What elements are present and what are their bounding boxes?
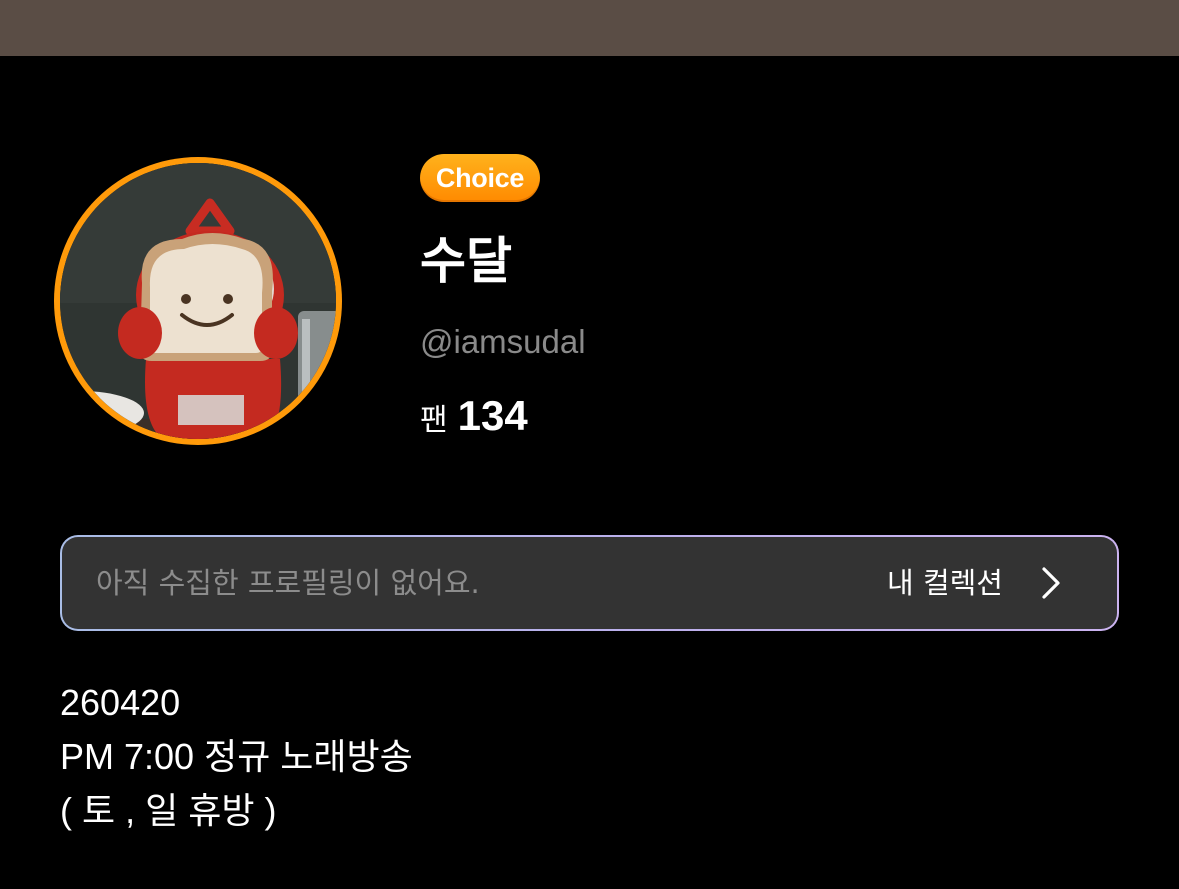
collection-card-inner[interactable]: 아직 수집한 프로필링이 없어요. 내 컬렉션 (62, 537, 1117, 629)
choice-badge: Choice (420, 154, 540, 202)
bio-line-date: 260420 (60, 682, 181, 723)
avatar[interactable] (60, 163, 336, 439)
collection-card[interactable]: 아직 수집한 프로필링이 없어요. 내 컬렉션 (60, 535, 1119, 631)
chevron-right-icon[interactable] (1039, 565, 1063, 601)
profile-name: 수달 (420, 232, 512, 290)
profile-bio: 260420 PM 7:00 정규 노래방송 ( 토 , 일 휴방 ) (60, 676, 413, 838)
fan-count-label: 팬 (420, 403, 448, 438)
collection-empty-text: 아직 수집한 프로필링이 없어요. (96, 566, 480, 600)
avatar-image (60, 163, 336, 439)
my-collection-link[interactable]: 내 컬렉션 (887, 537, 1003, 629)
profile-handle: @iamsudal (420, 323, 586, 360)
bio-line-schedule: PM 7:00 정규 노래방송 (60, 736, 413, 777)
fan-count-value: 134 (457, 392, 528, 439)
top-strip (0, 0, 1179, 56)
avatar-ring (54, 157, 342, 445)
bio-line-offdays: ( 토 , 일 휴방 ) (60, 790, 277, 831)
fan-count: 팬 134 (420, 392, 528, 448)
